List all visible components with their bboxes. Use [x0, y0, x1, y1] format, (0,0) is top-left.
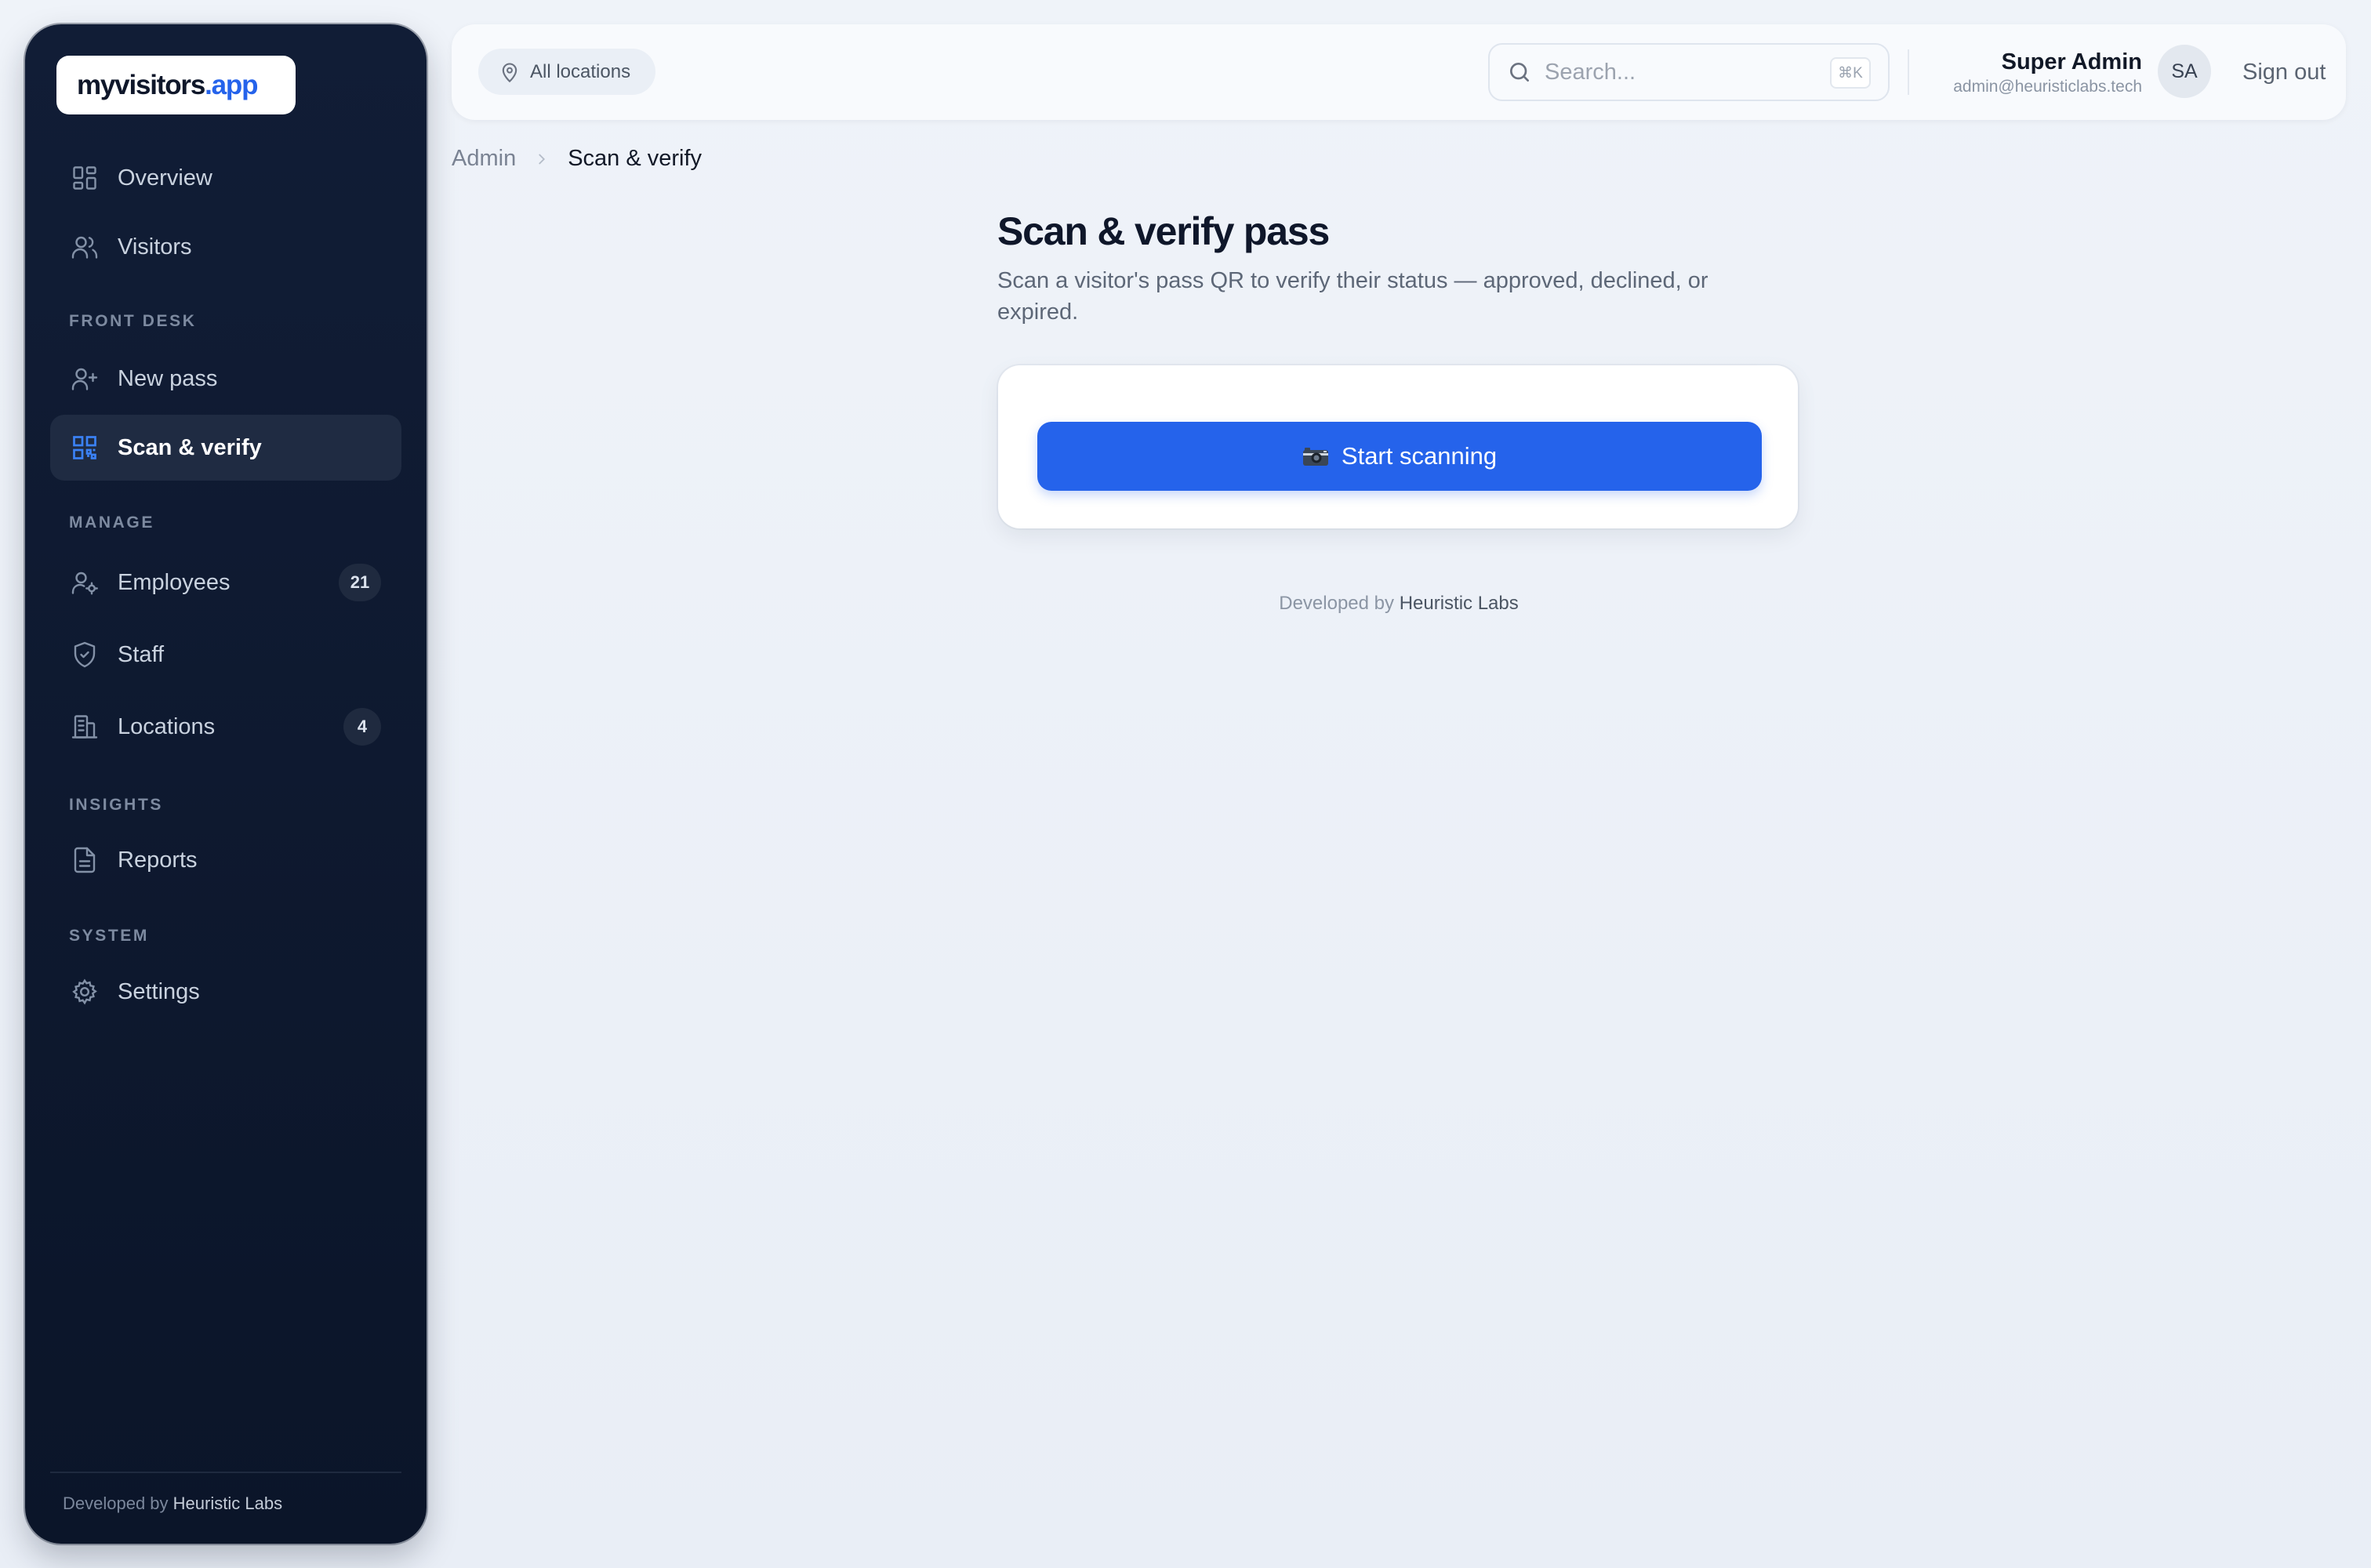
scan-card: Start scanning	[998, 365, 1798, 528]
breadcrumb: Admin Scan & verify	[452, 146, 702, 172]
sidebar-item-label: Reports	[118, 847, 198, 873]
file-text-icon	[74, 847, 96, 873]
section-label-system: SYSTEM	[69, 927, 149, 945]
sign-out-button[interactable]: Sign out	[2233, 53, 2335, 92]
logo-text-suffix: .app	[205, 69, 258, 100]
footer-prefix: Developed by	[1279, 593, 1395, 614]
sidebar-item-employees[interactable]: Employees 21	[50, 550, 401, 615]
map-pin-icon	[502, 63, 517, 82]
sidebar-divider	[50, 1472, 401, 1473]
sidebar-item-settings[interactable]: Settings	[50, 959, 401, 1025]
sidebar-item-label: Staff	[118, 641, 165, 667]
user-name: Super Admin	[2001, 49, 2142, 74]
count-badge: 21	[339, 564, 381, 601]
user-plus-icon	[71, 368, 98, 390]
search-shortcut-hint: ⌘K	[1830, 57, 1871, 89]
start-scanning-button[interactable]: Start scanning	[1037, 422, 1762, 491]
app-logo[interactable]: myvisitors .app	[56, 56, 296, 114]
sidebar-item-label: New pass	[118, 365, 218, 391]
breadcrumb-current: Scan & verify	[568, 146, 703, 171]
sidebar-item-scan-verify[interactable]: Scan & verify	[50, 415, 401, 481]
sidebar-item-label: Overview	[118, 165, 212, 191]
section-label-manage: MANAGE	[69, 514, 154, 532]
search-input[interactable]	[1545, 59, 1811, 85]
sidebar-item-overview[interactable]: Overview	[50, 145, 401, 211]
section-label-front-desk: FRONT DESK	[69, 312, 197, 330]
user-email: admin@heuristiclabs.tech	[1953, 78, 2142, 96]
footer-brand-link[interactable]: Heuristic Labs	[1400, 593, 1519, 614]
page-description: Scan a visitor's pass QR to verify their…	[997, 268, 1708, 325]
shield-icon	[74, 641, 96, 668]
search-icon	[1510, 63, 1529, 82]
avatar[interactable]: SA	[2158, 45, 2211, 98]
sidebar-item-staff[interactable]: Staff	[50, 622, 401, 688]
footer-prefix: Developed by	[63, 1494, 169, 1513]
users-icon	[71, 236, 98, 259]
sidebar-item-label: Employees	[118, 569, 231, 595]
main-footer: Developed by Heuristic Labs	[997, 593, 1800, 615]
count-badge: 4	[343, 708, 381, 746]
camera-icon	[1302, 448, 1328, 466]
user-cog-icon	[71, 572, 98, 595]
location-filter-label: All locations	[530, 60, 631, 82]
footer-brand-link[interactable]: Heuristic Labs	[173, 1494, 282, 1513]
location-filter-chip[interactable]: All locations	[478, 49, 655, 95]
sidebar-item-locations[interactable]: Locations 4	[50, 694, 401, 760]
sidebar-item-new-pass[interactable]: New pass	[50, 346, 401, 412]
breadcrumb-admin-link[interactable]: Admin	[452, 146, 516, 172]
start-scanning-label: Start scanning	[1341, 442, 1498, 470]
sidebar-item-visitors[interactable]: Visitors	[50, 214, 401, 280]
building-icon	[71, 715, 98, 739]
logo-text-main: myvisitors	[77, 69, 205, 100]
search-box[interactable]: ⌘K	[1488, 43, 1890, 101]
sidebar-item-label: Locations	[118, 713, 216, 739]
qr-code-icon	[73, 436, 96, 459]
sidebar: myvisitors .app Overview Visitors FRONT D…	[25, 24, 427, 1544]
user-info: Super Admin admin@heuristiclabs.tech	[1953, 48, 2142, 98]
top-bar: All locations ⌘K Super Admin admin@heuri…	[452, 24, 2346, 120]
grid-icon	[73, 166, 96, 190]
sidebar-item-label: Visitors	[118, 234, 192, 260]
sidebar-item-label: Settings	[118, 978, 200, 1004]
sidebar-footer: Developed by Heuristic Labs	[63, 1494, 282, 1514]
gear-icon	[72, 978, 97, 1005]
page-title: Scan & verify pass	[997, 209, 1330, 253]
chevron-right-icon	[539, 154, 546, 164]
sidebar-item-label: Scan & verify	[118, 434, 262, 460]
topbar-divider	[1908, 49, 1909, 95]
section-label-insights: INSIGHTS	[69, 796, 163, 814]
sidebar-item-reports[interactable]: Reports	[50, 827, 401, 893]
